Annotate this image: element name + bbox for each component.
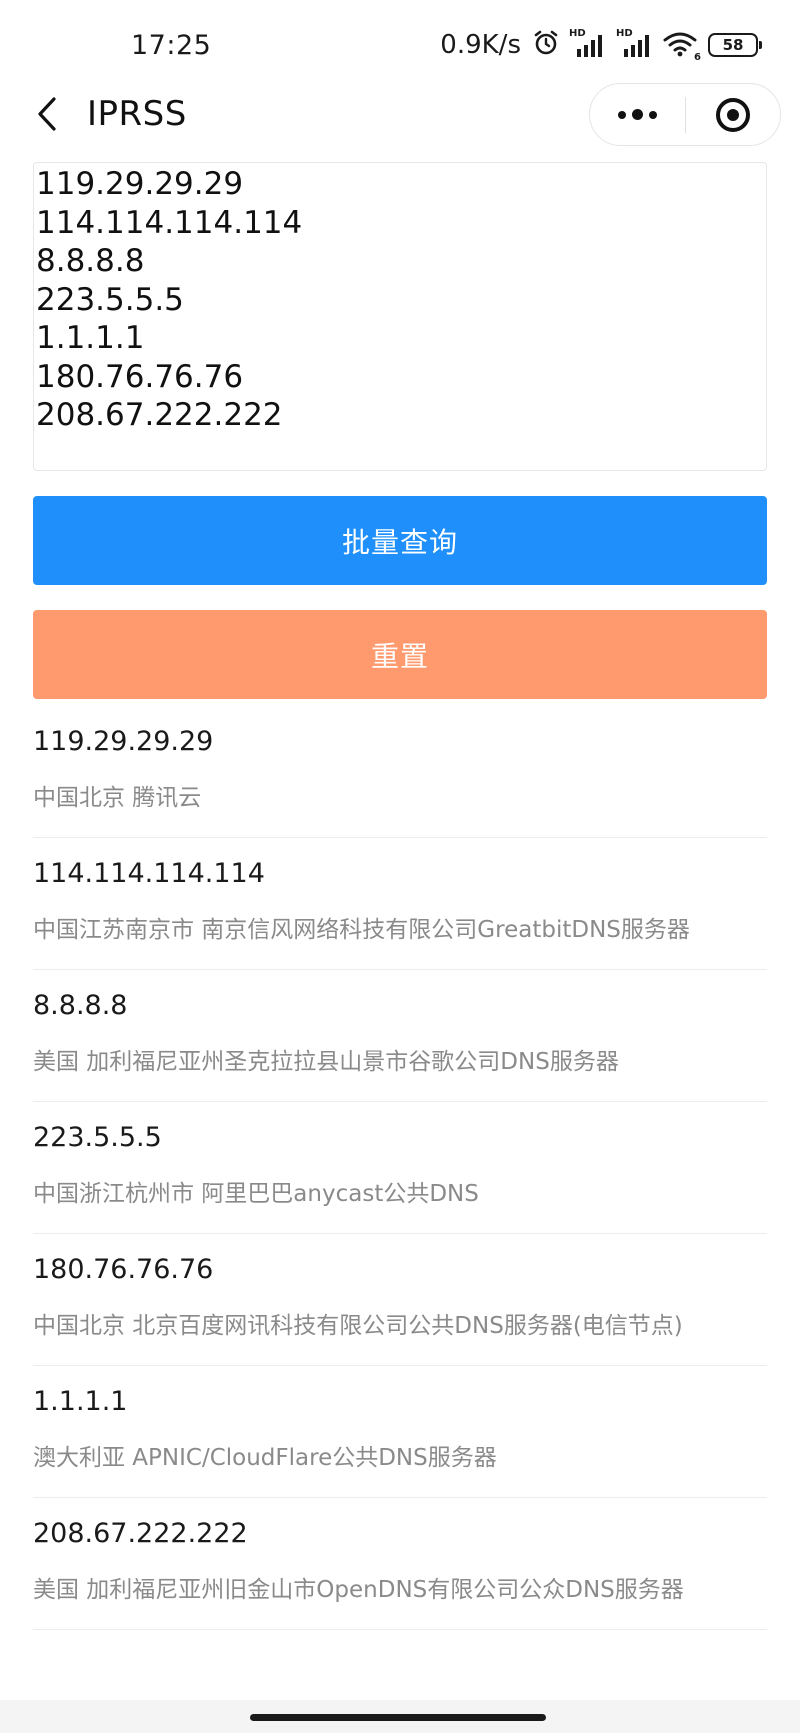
ip-input-line: 114.114.114.114 (36, 204, 303, 241)
result-ip: 208.67.222.222 (33, 1518, 248, 1549)
list-item: 223.5.5.5 中国浙江杭州市 阿里巴巴anycast公共DNS (33, 1102, 767, 1234)
close-button[interactable] (686, 84, 780, 145)
wifi-label: 6 (694, 52, 701, 63)
signal-icon: HD (616, 28, 654, 59)
back-button[interactable] (30, 94, 70, 134)
more-dots-icon (618, 110, 626, 119)
wifi-icon: 6 (663, 31, 701, 63)
reset-button[interactable]: 重置 (33, 610, 767, 699)
ip-input-line: 119.29.29.29 (36, 166, 244, 202)
chevron-left-icon (38, 97, 56, 131)
gesture-bar (0, 1700, 800, 1733)
list-item: 119.29.29.29 中国北京 腾讯云 (33, 706, 767, 838)
network-speed: 0.9K/s (440, 30, 521, 60)
battery-level: 58 (722, 36, 744, 54)
result-ip: 223.5.5.5 (33, 1122, 162, 1153)
results-list: 119.29.29.29 中国北京 腾讯云 114.114.114.114 中国… (33, 706, 767, 1630)
signal-icon: HD (569, 28, 607, 59)
status-time: 17:25 (131, 30, 212, 61)
ip-input-line: 208.67.222.222 (36, 397, 283, 433)
page-title: IPRSS (87, 94, 187, 134)
ip-textarea[interactable]: 119.29.29.29 114.114.114.114 8.8.8.8 223… (33, 162, 767, 471)
result-location: 中国江苏南京市 南京信风网络科技有限公司GreatbitDNS服务器 (33, 917, 690, 943)
result-ip: 1.1.1.1 (33, 1386, 128, 1417)
batch-query-button[interactable]: 批量查询 (33, 496, 767, 585)
status-bar: 17:25 0.9K/s HD HD 6 58 (0, 0, 800, 90)
result-location: 中国北京 腾讯云 (33, 785, 202, 811)
list-item: 8.8.8.8 美国 加利福尼亚州圣克拉拉县山景市谷歌公司DNS服务器 (33, 970, 767, 1102)
result-location: 美国 加利福尼亚州圣克拉拉县山景市谷歌公司DNS服务器 (33, 1049, 619, 1075)
list-item: 180.76.76.76 中国北京 北京百度网讯科技有限公司公共DNS服务器(电… (33, 1234, 767, 1366)
status-icons: 0.9K/s HD HD 6 58 (440, 28, 762, 63)
ip-input-line: 223.5.5.5 (36, 281, 184, 318)
result-location: 美国 加利福尼亚州旧金山市OpenDNS有限公司公众DNS服务器 (33, 1577, 684, 1603)
list-item: 1.1.1.1 澳大利亚 APNIC/CloudFlare公共DNS服务器 (33, 1366, 767, 1498)
result-location: 中国浙江杭州市 阿里巴巴anycast公共DNS (33, 1181, 479, 1207)
result-location: 澳大利亚 APNIC/CloudFlare公共DNS服务器 (33, 1445, 497, 1471)
battery-icon: 58 (708, 33, 762, 57)
ip-input-line: 8.8.8.8 (36, 243, 145, 279)
more-button[interactable] (590, 84, 685, 145)
list-item: 114.114.114.114 中国江苏南京市 南京信风网络科技有限公司Grea… (33, 838, 767, 970)
list-item: 208.67.222.222 美国 加利福尼亚州旧金山市OpenDNS有限公司公… (33, 1498, 767, 1630)
ip-input-line: 1.1.1.1 (36, 320, 145, 356)
ip-input-line: 180.76.76.76 (36, 358, 244, 395)
home-indicator[interactable] (250, 1714, 546, 1721)
result-location: 中国北京 北京百度网讯科技有限公司公共DNS服务器(电信节点) (33, 1313, 683, 1339)
nav-bar: IPRSS (0, 82, 800, 146)
result-ip: 180.76.76.76 (33, 1254, 214, 1285)
result-ip: 119.29.29.29 (33, 726, 214, 757)
target-circle-icon (716, 97, 750, 132)
mini-program-capsule (589, 83, 781, 146)
result-ip: 114.114.114.114 (33, 858, 265, 889)
result-ip: 8.8.8.8 (33, 990, 128, 1021)
alarm-icon (532, 29, 560, 61)
